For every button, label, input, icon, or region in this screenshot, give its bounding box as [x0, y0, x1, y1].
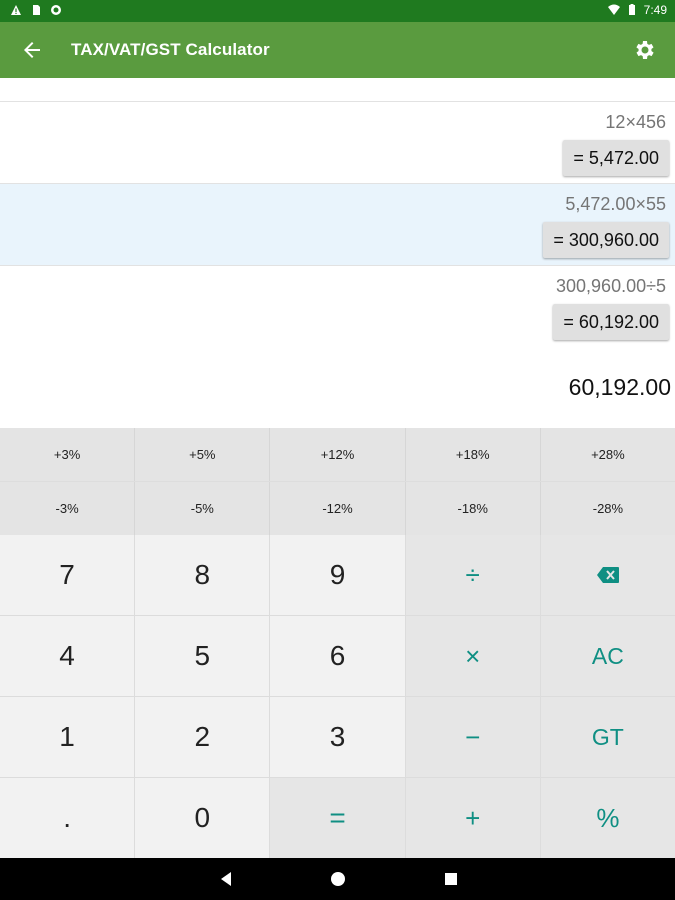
main-keypad-grid: 7 8 9 ÷ 4 5 6 × AC 1 2 3 − GT . 0 = + % — [0, 535, 675, 858]
equals-button[interactable]: = — [270, 778, 405, 858]
status-bar: 7:49 — [0, 0, 675, 22]
digit-0-button[interactable]: 0 — [135, 778, 270, 858]
calculation-history: 12×456 = 5,472.00 5,472.00×55 = 300,960.… — [0, 78, 675, 428]
digit-1-button[interactable]: 1 — [0, 697, 135, 777]
tax-add-18-button[interactable]: +18% — [405, 428, 541, 481]
digit-6-button[interactable]: 6 — [270, 616, 405, 696]
wifi-icon — [607, 4, 620, 15]
grand-total-button[interactable]: GT — [540, 697, 675, 777]
sim-icon — [33, 5, 40, 15]
tax-subtract-12-button[interactable]: -12% — [270, 482, 406, 535]
backspace-icon — [596, 567, 619, 583]
current-display-value: 60,192.00 — [568, 374, 671, 400]
digit-9-button[interactable]: 9 — [270, 535, 405, 615]
page-title: TAX/VAT/GST Calculator — [71, 40, 270, 59]
tax-subtract-row: -3% -5% -12% -18% -28% — [0, 482, 675, 535]
history-entry[interactable]: 300,960.00÷5 = 60,192.00 — [0, 266, 675, 348]
digit-2-button[interactable]: 2 — [135, 697, 270, 777]
system-nav-bar — [0, 858, 675, 900]
multiply-button[interactable]: × — [405, 616, 540, 696]
decimal-point-button[interactable]: . — [0, 778, 135, 858]
gear-icon[interactable] — [633, 38, 657, 62]
digit-7-button[interactable]: 7 — [0, 535, 135, 615]
tax-subtract-18-button[interactable]: -18% — [405, 482, 541, 535]
percent-button[interactable]: % — [540, 778, 675, 858]
history-entry[interactable]: 12×456 = 5,472.00 — [0, 102, 675, 184]
nav-recents-icon[interactable] — [443, 871, 459, 887]
digit-5-button[interactable]: 5 — [135, 616, 270, 696]
subtract-button[interactable]: − — [405, 697, 540, 777]
nav-home-icon[interactable] — [330, 871, 346, 887]
all-clear-button[interactable]: AC — [540, 616, 675, 696]
history-entry[interactable]: 5,472.00×55 = 300,960.00 — [0, 184, 675, 266]
digit-3-button[interactable]: 3 — [270, 697, 405, 777]
tax-subtract-5-button[interactable]: -5% — [135, 482, 271, 535]
tax-add-28-button[interactable]: +28% — [540, 428, 675, 481]
arrow-back-icon[interactable] — [20, 38, 44, 62]
add-button[interactable]: + — [405, 778, 540, 858]
history-expression: 300,960.00÷5 — [556, 276, 666, 296]
history-result-chip[interactable]: = 5,472.00 — [563, 140, 669, 176]
battery-icon — [628, 4, 635, 15]
tax-add-3-button[interactable]: +3% — [0, 428, 136, 481]
sync-icon — [51, 5, 61, 15]
status-icons-right: 7:49 — [607, 3, 667, 17]
digit-8-button[interactable]: 8 — [135, 535, 270, 615]
tax-add-row: +3% +5% +12% +18% +28% — [0, 428, 675, 481]
tax-add-12-button[interactable]: +12% — [270, 428, 406, 481]
history-result-chip[interactable]: = 300,960.00 — [543, 222, 669, 258]
app-bar: TAX/VAT/GST Calculator — [0, 22, 675, 78]
status-icons-left — [10, 4, 62, 16]
history-result-chip[interactable]: = 60,192.00 — [553, 304, 669, 340]
history-top-spacer — [0, 78, 675, 102]
status-time: 7:49 — [643, 3, 667, 17]
history-expression: 5,472.00×55 — [565, 194, 666, 214]
backspace-button[interactable] — [540, 535, 675, 615]
digit-4-button[interactable]: 4 — [0, 616, 135, 696]
keypad: +3% +5% +12% +18% +28% -3% -5% -12% -18%… — [0, 428, 675, 858]
history-expression: 12×456 — [605, 112, 666, 132]
divide-button[interactable]: ÷ — [405, 535, 540, 615]
warning-icon — [11, 5, 21, 15]
nav-back-icon[interactable] — [218, 871, 234, 887]
tax-add-5-button[interactable]: +5% — [135, 428, 271, 481]
tax-subtract-3-button[interactable]: -3% — [0, 482, 136, 535]
tax-subtract-28-button[interactable]: -28% — [540, 482, 675, 535]
